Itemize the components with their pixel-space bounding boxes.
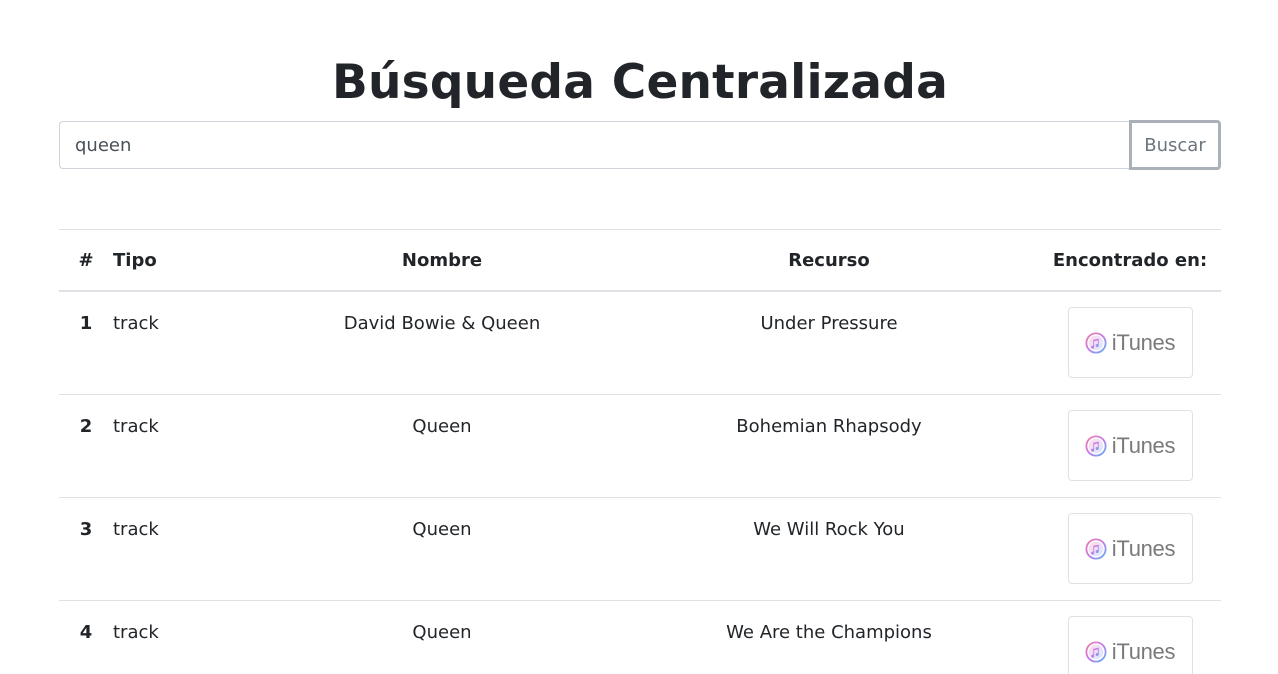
header-number: # <box>59 229 113 292</box>
search-bar: Buscar <box>59 120 1221 170</box>
itunes-source-button[interactable]: iTunes <box>1067 307 1193 378</box>
header-nombre: Nombre <box>265 229 619 292</box>
table-row: 1 track David Bowie & Queen Under Pressu… <box>59 291 1221 395</box>
itunes-source-button[interactable]: iTunes <box>1067 410 1193 481</box>
itunes-source-button[interactable]: iTunes <box>1067 513 1193 584</box>
itunes-logo-icon <box>1085 537 1107 560</box>
row-number: 1 <box>79 313 93 334</box>
itunes-label: iTunes <box>1111 535 1176 561</box>
header-encontrado: Encontrado en: <box>1039 229 1221 292</box>
row-tipo: track <box>113 416 159 437</box>
table-row: 3 track Queen We Will Rock You iTunes <box>59 497 1221 601</box>
itunes-label: iTunes <box>1111 329 1176 355</box>
itunes-label: iTunes <box>1111 638 1176 664</box>
itunes-label: iTunes <box>1111 432 1176 458</box>
row-recurso: Under Pressure <box>760 313 898 334</box>
row-number: 4 <box>79 622 93 643</box>
main-container: Búsqueda Centralizada Buscar # Tipo Nomb… <box>59 0 1221 674</box>
row-recurso: We Are the Champions <box>726 622 932 643</box>
row-nombre: Queen <box>412 622 472 643</box>
results-table: # Tipo Nombre Recurso Encontrado en: 1 t… <box>59 229 1221 674</box>
table-header-row: # Tipo Nombre Recurso Encontrado en: <box>59 229 1221 292</box>
table-row: 4 track Queen We Are the Champions iTune… <box>59 600 1221 674</box>
row-tipo: track <box>113 313 159 334</box>
row-nombre: Queen <box>412 416 472 437</box>
row-recurso: We Will Rock You <box>753 519 905 540</box>
itunes-logo-icon <box>1085 434 1107 457</box>
table-row: 2 track Queen Bohemian Rhapsody iTunes <box>59 394 1221 498</box>
itunes-logo-icon <box>1085 640 1107 663</box>
itunes-logo-icon <box>1085 331 1107 354</box>
search-button[interactable]: Buscar <box>1129 120 1221 170</box>
header-recurso: Recurso <box>619 229 1039 292</box>
row-number: 3 <box>79 519 93 540</box>
row-nombre: Queen <box>412 519 472 540</box>
row-number: 2 <box>79 416 93 437</box>
row-tipo: track <box>113 622 159 643</box>
row-tipo: track <box>113 519 159 540</box>
row-nombre: David Bowie & Queen <box>343 313 541 334</box>
search-input[interactable] <box>59 121 1129 169</box>
page-title: Búsqueda Centralizada <box>331 55 948 110</box>
itunes-source-button[interactable]: iTunes <box>1067 616 1193 674</box>
row-recurso: Bohemian Rhapsody <box>736 416 922 437</box>
header-tipo: Tipo <box>113 229 265 292</box>
